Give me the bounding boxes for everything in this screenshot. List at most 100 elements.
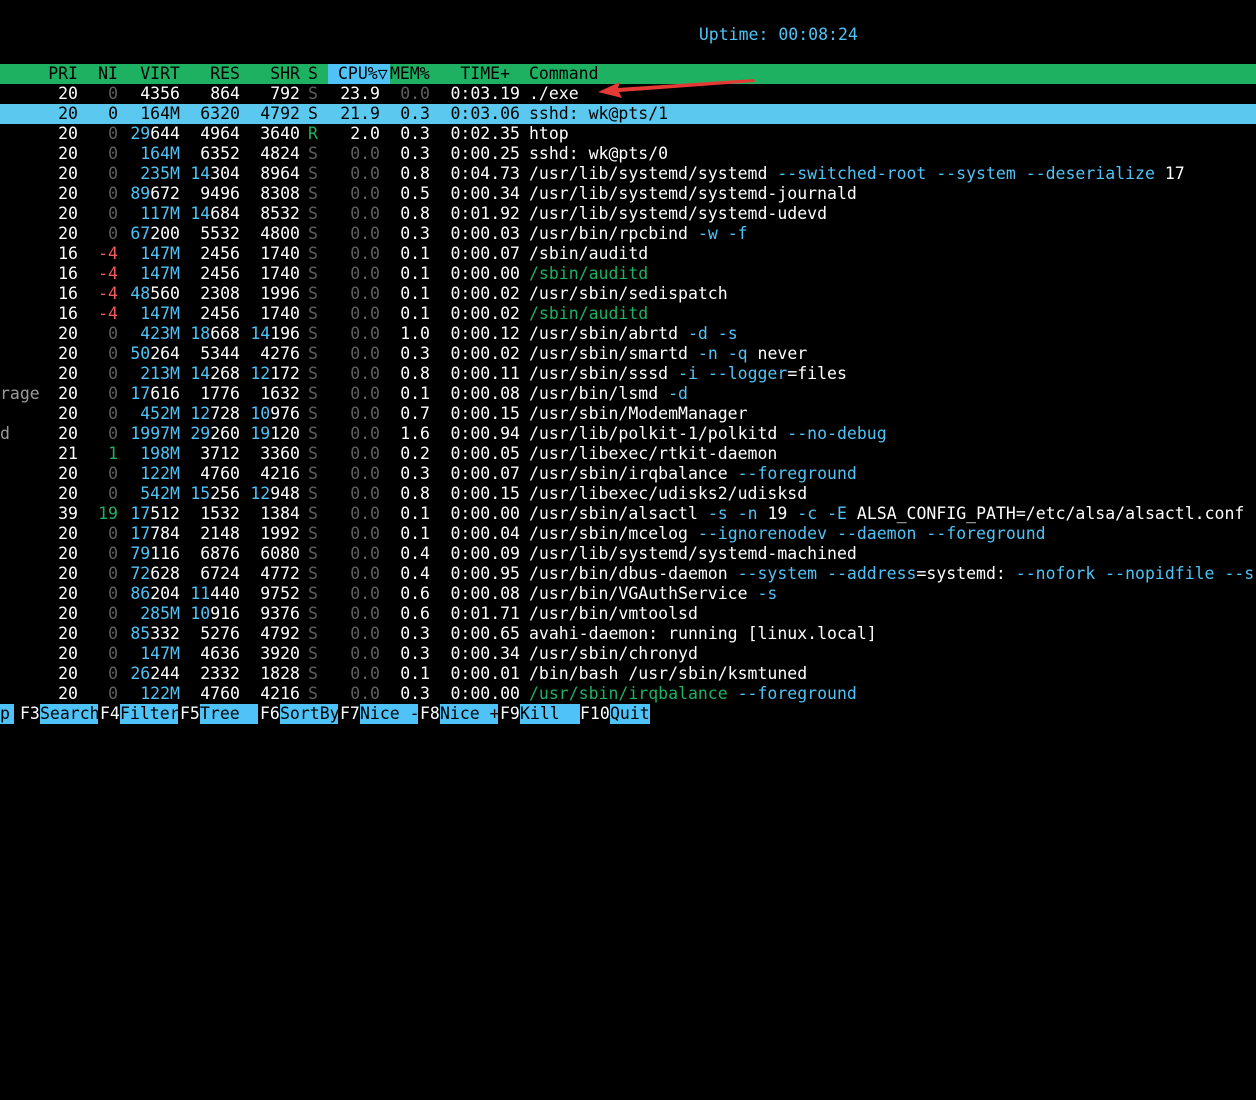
cell-state: S	[308, 404, 318, 423]
process-row[interactable]: 20 0 89672 9496 8308 S 0.0 0.5 0:00.34/usr/lib/s…	[0, 184, 1256, 204]
cell-mem: 1.6	[400, 424, 430, 443]
quit-button[interactable]: Quit	[610, 704, 650, 724]
process-row[interactable]: 20 0 164M 6352 4824 S 0.0 0.3 0:00.25 sshd: wk@pt…	[0, 144, 1256, 164]
cell-state: S	[308, 444, 318, 463]
cell-mem: 0.3	[400, 144, 430, 163]
process-row[interactable]: 20 0 79116 6876 6080 S 0.0 0.4 0:00.09/usr/lib/s…	[0, 544, 1256, 564]
cell-mem: 0.1	[400, 304, 430, 323]
cell-cpu: 0.0	[350, 464, 380, 483]
process-row[interactable]: 20 0 122M 4760 4216 S 0.0 0.3 0:00.00/usr/sbin/i…	[0, 684, 1256, 704]
column-header-time[interactable]: TIME+	[440, 64, 510, 84]
cell-virt: 89672	[130, 184, 180, 203]
process-row[interactable]: 20 0 147M 4636 3920 S 0.0 0.3 0:00.34/usr/sbin/c…	[0, 644, 1256, 664]
process-row[interactable]: 20 0 1997M 29260 19120 S 0.0 1.6 0:00.94/usr/lib…	[0, 424, 1256, 444]
process-row[interactable]: 20 0 17616 1776 1632 S 0.0 0.1 0:00.08/usr/bin/l…	[0, 384, 1256, 404]
help-button[interactable]: p	[0, 704, 14, 724]
cell-time: 0:00.02	[450, 284, 520, 303]
cell-mem: 0.8	[400, 484, 430, 503]
cell-pri: 20	[58, 544, 78, 563]
cell-state: S	[308, 664, 318, 683]
uptime-display: Uptime: 00:08:24	[679, 5, 858, 44]
cell-res: 15256	[190, 484, 240, 503]
column-header-state[interactable]: S	[308, 64, 320, 84]
cell-cpu: 0.0	[350, 304, 380, 323]
process-row[interactable]: 20 0 235M 14304 8964 S 0.0 0.8 0:04.73/usr/lib/s…	[0, 164, 1256, 184]
process-row[interactable]: 20 0 85332 5276 4792 S 0.0 0.3 0:00.65 avahi-daem…	[0, 624, 1256, 644]
nice-plus-button[interactable]: Nice +	[440, 704, 500, 724]
process-row[interactable]: 20 0 122M 4760 4216 S 0.0 0.3 0:00.07/usr/sbin/i…	[0, 464, 1256, 484]
process-row[interactable]: 20 0 213M 14268 12172 S 0.0 0.8 0:00.11/usr/sbin…	[0, 364, 1256, 384]
cell-res: 12728	[190, 404, 240, 423]
process-row[interactable]: 20 0 4356 864 792 S 23.9 0.0 0:03.19 ./exe	[0, 84, 1256, 104]
process-row[interactable]: 20 0 29644 4964 3640 R 2.0 0.3 0:02.35 htop	[0, 124, 1256, 144]
process-row[interactable]: 20 0 164M 6320 4792 S 21.9 0.3 0:03.06 sshd: wk@p…	[0, 104, 1256, 124]
cell-cpu: 0.0	[350, 184, 380, 203]
process-row[interactable]: 20 0 26244 2332 1828 S 0.0 0.1 0:00.01/bin/bash …	[0, 664, 1256, 684]
cell-res: 14268	[190, 364, 240, 383]
process-row[interactable]: 16 -4 147M 2456 1740 S 0.0 0.1 0:00.07/sbin/audi…	[0, 244, 1256, 264]
column-header-shr[interactable]: SHR	[248, 64, 300, 84]
tree-button[interactable]: Tree	[200, 704, 258, 724]
cell-command: /sbin/auditd	[529, 304, 649, 323]
cell-pri: 16	[58, 244, 78, 263]
f5-key: F5	[180, 704, 200, 723]
process-row[interactable]: 20 0 117M 14684 8532 S 0.0 0.8 0:01.92/usr/lib/s…	[0, 204, 1256, 224]
cell-time: 0:00.02	[450, 304, 520, 323]
cell-mem: 0.3	[400, 224, 430, 243]
process-row[interactable]: 20 0 72628 6724 4772 S 0.0 0.4 0:00.95/usr/bin/d…	[0, 564, 1256, 584]
process-row[interactable]: 20 0 452M 12728 10976 S 0.0 0.7 0:00.15/usr/sbin…	[0, 404, 1256, 424]
cell-state: S	[308, 244, 318, 263]
cell-cpu: 0.0	[350, 604, 380, 623]
process-row[interactable]: 39 19 17512 1532 1384 S 0.0 0.1 0:00.00/usr/sbin…	[0, 504, 1256, 524]
cell-ni: 0	[108, 184, 118, 203]
cell-shr: 4824	[260, 144, 300, 163]
cell-ni: 0	[108, 644, 118, 663]
process-row[interactable]: 20 0 423M 18668 14196 S 0.0 1.0 0:00.12/usr/sbin…	[0, 324, 1256, 344]
cell-cpu: 0.0	[350, 644, 380, 663]
column-header-cpu[interactable]: CPU%▽	[328, 64, 390, 84]
process-row[interactable]: 20 0 50264 5344 4276 S 0.0 0.3 0:00.02/usr/sbin/…	[0, 344, 1256, 364]
column-header-pri[interactable]: PRI	[40, 64, 78, 84]
process-row[interactable]: 16 -4 147M 2456 1740 S 0.0 0.1 0:00.00/sbin/audi…	[0, 264, 1256, 284]
process-row[interactable]: 20 0 542M 15256 12948 S 0.0 0.8 0:00.15/usr/libe…	[0, 484, 1256, 504]
cell-shr: 3640	[260, 124, 300, 143]
cell-res: 3712	[200, 444, 240, 463]
cell-virt: 198M	[140, 444, 180, 463]
cell-mem: 0.3	[400, 644, 430, 663]
cell-virt: 17784	[130, 524, 180, 543]
cell-time: 0:00.15	[450, 404, 520, 423]
cell-res: 14304	[190, 164, 240, 183]
process-row[interactable]: 20 0 86204 11440 9752 S 0.0 0.6 0:00.08/usr/bin/…	[0, 584, 1256, 604]
cell-virt: 17512	[130, 504, 180, 523]
cell-pri: 20	[58, 344, 78, 363]
nice-minus-button[interactable]: Nice -	[360, 704, 420, 724]
cell-cpu: 21.9	[340, 104, 380, 123]
process-row[interactable]: 16 -4 48560 2308 1996 S 0.0 0.1 0:00.02/usr/sbin…	[0, 284, 1256, 304]
column-header-res[interactable]: RES	[188, 64, 240, 84]
column-header-mem[interactable]: MEM%	[390, 64, 432, 84]
filter-button[interactable]: Filter	[120, 704, 180, 724]
cell-pri: 20	[58, 584, 78, 603]
kill-button[interactable]: Kill	[520, 704, 580, 724]
cell-state: S	[308, 284, 318, 303]
column-header-command[interactable]: Command	[529, 64, 599, 84]
process-row[interactable]: 16 -4 147M 2456 1740 S 0.0 0.1 0:00.02/sbin/audi…	[0, 304, 1256, 324]
process-row[interactable]: 21 1 198M 3712 3360 S 0.0 0.2 0:00.05/usr/libexe…	[0, 444, 1256, 464]
cell-state: S	[308, 304, 318, 323]
column-header-ni[interactable]: NI	[86, 64, 118, 84]
search-button[interactable]: Search	[40, 704, 100, 724]
column-header-virt[interactable]: VIRT	[124, 64, 180, 84]
cell-ni: -4	[98, 284, 118, 303]
cell-state: S	[308, 184, 318, 203]
cell-mem: 1.0	[400, 324, 430, 343]
process-row[interactable]: 20 0 17784 2148 1992 S 0.0 0.1 0:00.04/usr/sbin/…	[0, 524, 1256, 544]
cell-shr: 8308	[260, 184, 300, 203]
process-row[interactable]: 20 0 67200 5532 4800 S 0.0 0.3 0:00.03/usr/bin/r…	[0, 224, 1256, 244]
cell-shr: 10976	[250, 404, 300, 423]
cell-ni: -4	[98, 304, 118, 323]
cell-command: /usr/bin/vmtoolsd	[529, 604, 698, 623]
sortby-button[interactable]: SortBy	[280, 704, 340, 724]
process-row[interactable]: 20 0 285M 10916 9376 S 0.0 0.6 0:01.71/usr/bin/v…	[0, 604, 1256, 624]
cell-command: htop	[529, 124, 569, 143]
cell-command: /sbin/auditd	[529, 264, 649, 283]
